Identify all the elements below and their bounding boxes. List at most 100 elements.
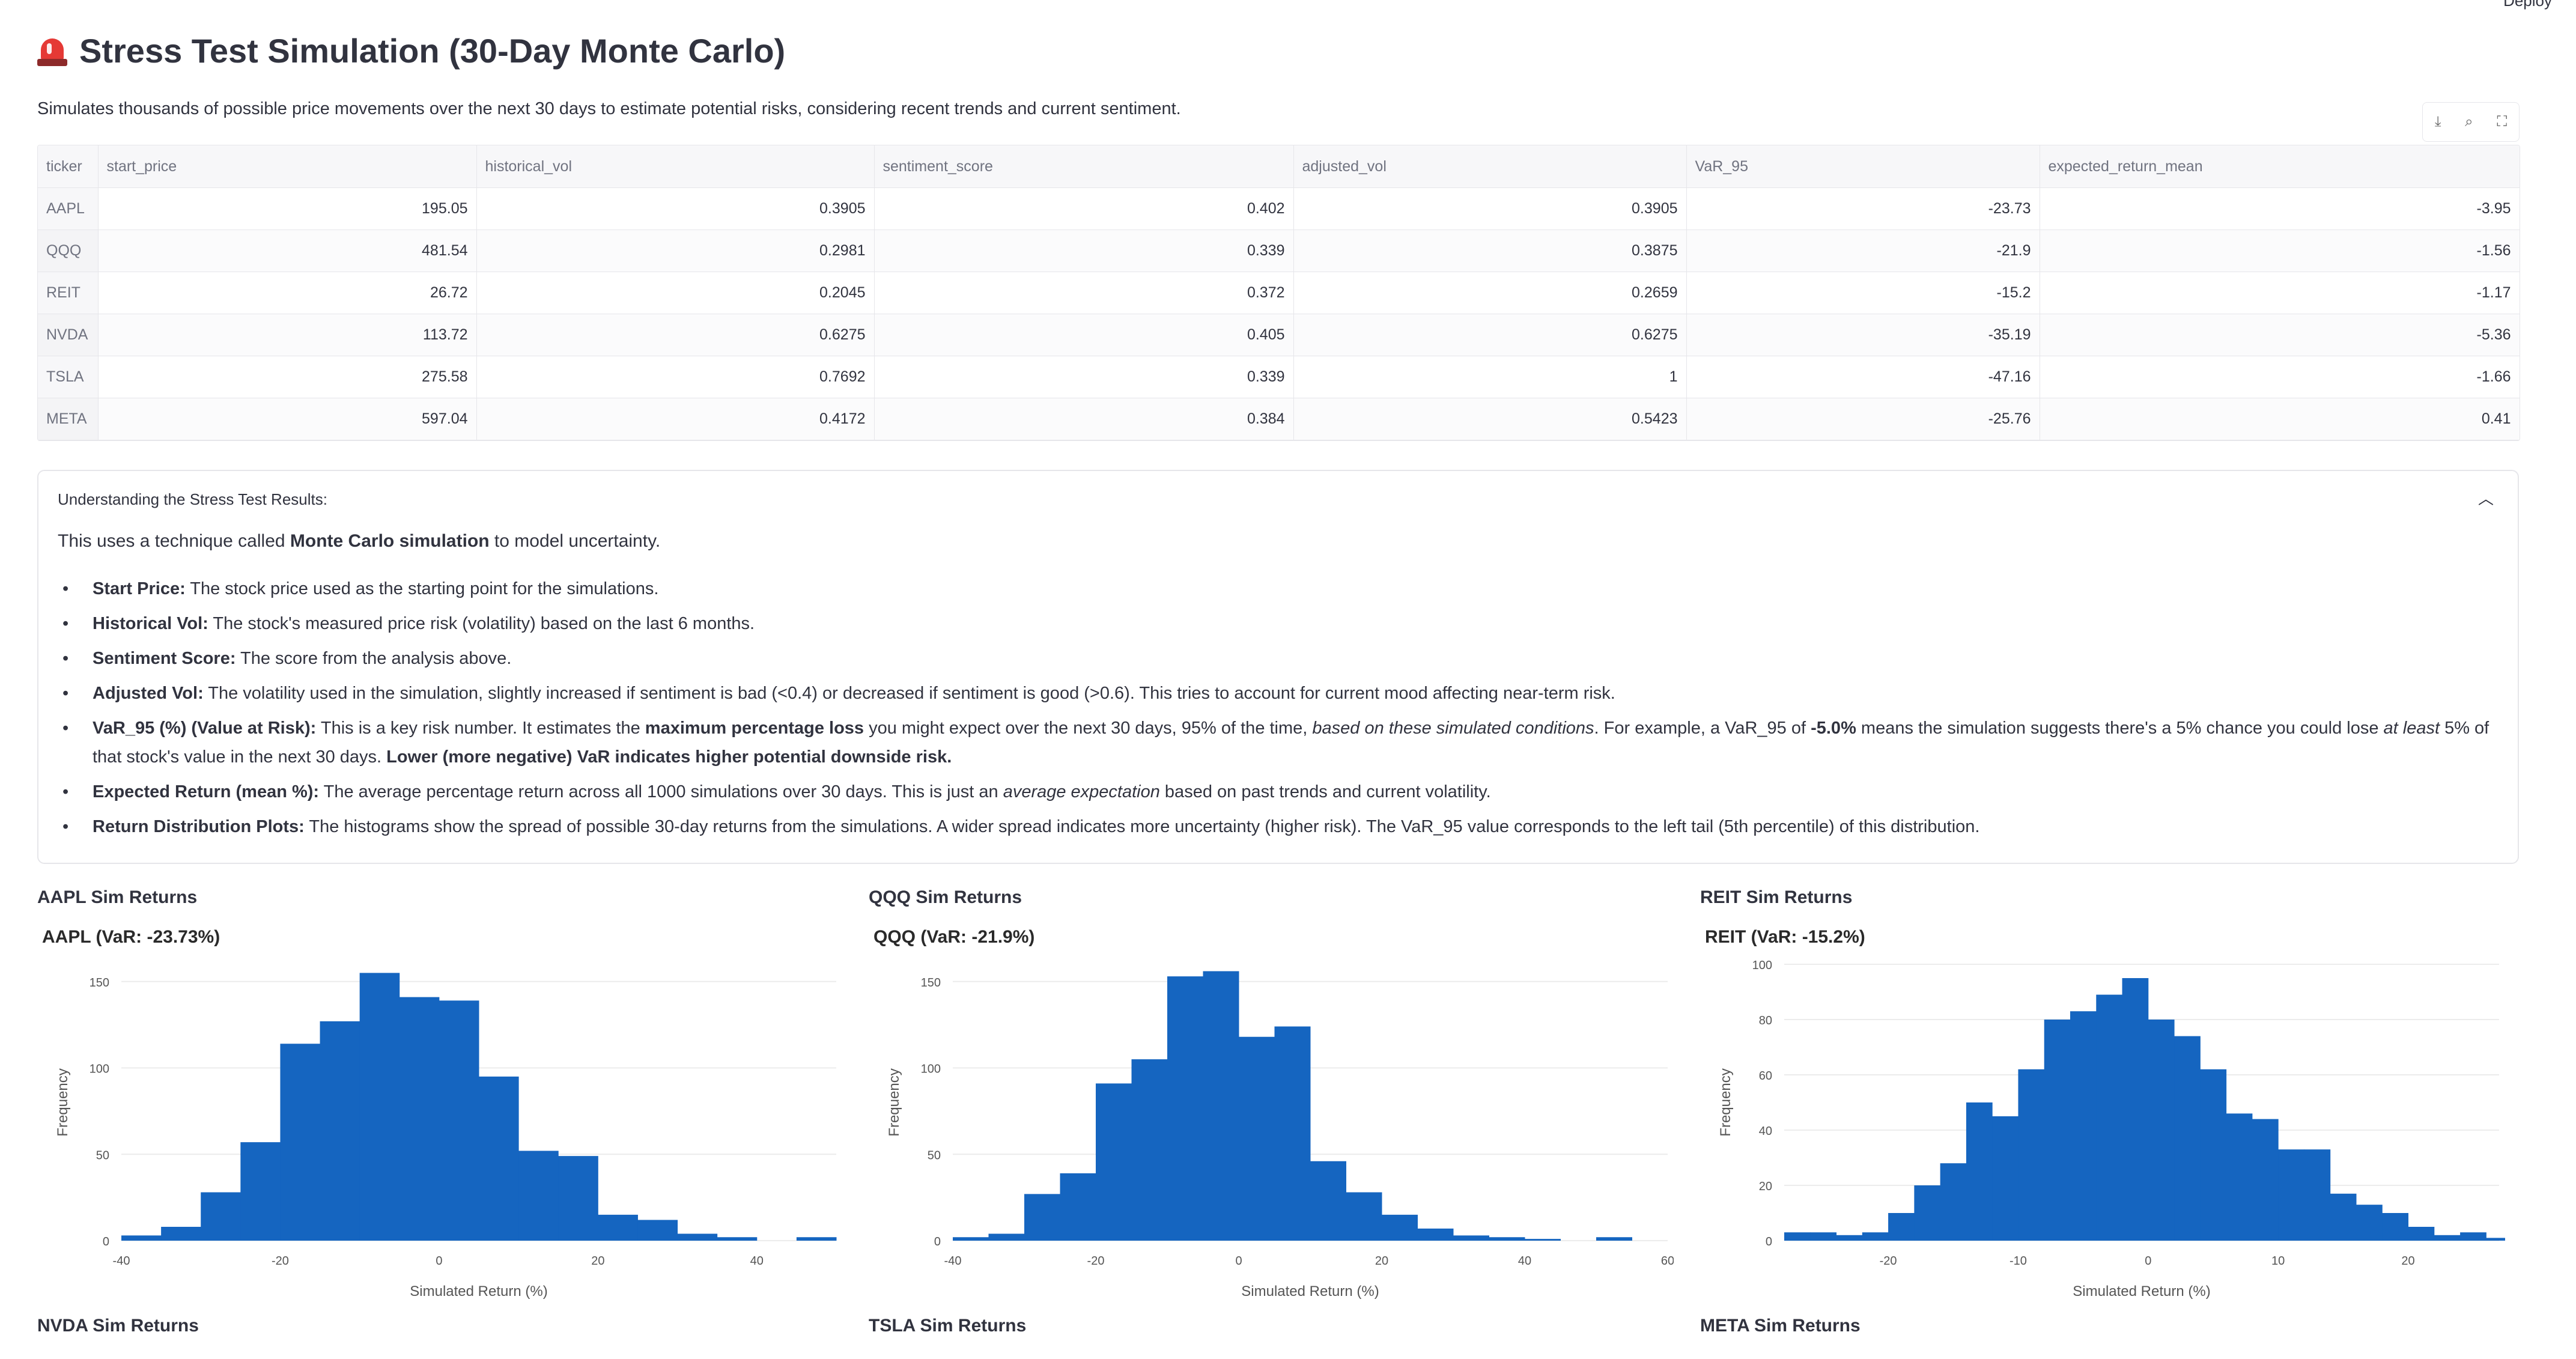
- table-cell: 0.384: [874, 398, 1294, 440]
- column-header[interactable]: adjusted_vol: [1293, 145, 1687, 188]
- y-tick-label: 150: [90, 976, 109, 990]
- results-table[interactable]: ticker start_price historical_vol sentiment…: [37, 145, 2520, 441]
- table-cell: 0.372: [874, 272, 1294, 314]
- histogram-bar: [988, 1233, 1025, 1241]
- chevron-up-icon[interactable]: ︿: [2478, 487, 2494, 509]
- chart-panel-title: NVDA Sim Returns: [37, 1316, 199, 1336]
- histogram-bar: [1203, 971, 1239, 1241]
- dataframe-toolbar: ⤓ ⌕ ⛶: [2422, 102, 2520, 142]
- x-tick-label: 40: [1518, 1254, 1531, 1268]
- chart-title: REIT (VaR: -15.2%): [1705, 927, 1865, 947]
- histogram-bar: [598, 1214, 638, 1241]
- list-item: Adjusted Vol: The volatility used in the…: [58, 679, 2491, 708]
- table-cell: 0.3905: [1293, 187, 1687, 230]
- table-row[interactable]: REIT 26.72 0.2045 0.372 0.2659 -15.2 -1.17: [38, 272, 2520, 314]
- table-cell: 0.2045: [476, 272, 875, 314]
- histogram-bar: [1024, 1194, 1060, 1241]
- x-tick-label: 60: [1661, 1254, 1674, 1268]
- histogram-bar: [2304, 1149, 2331, 1241]
- histogram-bar: [1966, 1102, 1993, 1241]
- table-cell: -1.56: [2040, 230, 2520, 272]
- histogram-bar: [2434, 1235, 2461, 1241]
- histogram-bar: [1346, 1192, 1382, 1241]
- table-cell: 0.6275: [1293, 314, 1687, 356]
- x-tick-label: 20: [1375, 1254, 1388, 1268]
- histogram-bar: [1382, 1214, 1418, 1241]
- x-tick-label: 10: [2271, 1254, 2285, 1268]
- column-header[interactable]: VaR_95: [1686, 145, 2040, 188]
- histogram-bar: [2278, 1149, 2304, 1241]
- histogram-bar: [796, 1237, 837, 1241]
- chart-title: AAPL (VaR: -23.73%): [42, 927, 220, 947]
- column-header[interactable]: start_price: [98, 145, 477, 188]
- x-tick-label: -40: [113, 1254, 130, 1268]
- expander-label[interactable]: Understanding the Stress Test Results:: [58, 490, 327, 509]
- histogram-bar: [161, 1227, 201, 1241]
- deploy-button[interactable]: Deploy: [2503, 0, 2552, 10]
- y-axis-label: Frequency: [886, 1068, 902, 1136]
- table-row[interactable]: TSLA 275.58 0.7692 0.339 1 -47.16 -1.66: [38, 356, 2520, 398]
- histogram-bar: [1914, 1185, 1941, 1241]
- y-tick-label: 60: [1759, 1069, 1772, 1083]
- table-cell: 0.3905: [476, 187, 875, 230]
- table-header-row: ticker start_price historical_vol sentiment…: [38, 145, 2520, 188]
- histogram-bar: [1862, 1232, 1889, 1241]
- histogram-bar: [2070, 1011, 2097, 1241]
- table-cell: 0.41: [2040, 398, 2520, 440]
- column-header[interactable]: ticker: [38, 145, 99, 188]
- fullscreen-icon[interactable]: ⛶: [2497, 114, 2507, 130]
- table-row[interactable]: QQQ 481.54 0.2981 0.339 0.3875 -21.9 -1.56: [38, 230, 2520, 272]
- qqq-histogram[interactable]: QQQ (VaR: -21.9%) 0 50 100 150 -40 -20 0 20 40 60 S…: [869, 922, 1674, 1319]
- column-header[interactable]: historical_vol: [476, 145, 875, 188]
- histogram-bar: [1940, 1163, 1967, 1241]
- histogram-bar: [637, 1220, 678, 1241]
- x-tick-label: 40: [750, 1254, 764, 1268]
- table-cell: -23.73: [1686, 187, 2040, 230]
- table-cell: -35.19: [1686, 314, 2040, 356]
- siren-icon: [37, 36, 67, 66]
- histogram-bar: [1453, 1235, 1489, 1241]
- y-tick-label: 0: [934, 1235, 941, 1248]
- histogram-bar: [1810, 1232, 1837, 1241]
- table-cell: 0.3875: [1293, 230, 1687, 272]
- y-tick-label: 100: [90, 1063, 109, 1076]
- y-tick-label: 20: [1759, 1180, 1772, 1193]
- x-tick-label: 20: [2401, 1254, 2414, 1268]
- histogram-bar: [518, 1151, 559, 1241]
- x-tick-label: -20: [272, 1254, 289, 1268]
- histogram-bar: [2200, 1069, 2227, 1241]
- list-item: Sentiment Score: The score from the anal…: [58, 644, 2491, 673]
- table-cell: -5.36: [2040, 314, 2520, 356]
- x-axis-label: Simulated Return (%): [1241, 1283, 1379, 1300]
- histogram-bar: [1888, 1213, 1915, 1241]
- table-cell: 0.5423: [1293, 398, 1687, 440]
- ticker-cell: NVDA: [38, 314, 99, 356]
- histogram-bar: [2044, 1020, 2071, 1241]
- x-tick-label: -40: [944, 1254, 962, 1268]
- table-body: AAPL 195.05 0.3905 0.402 0.3905 -23.73 -3.95 QQ…: [38, 187, 2520, 440]
- ticker-cell: META: [38, 398, 99, 440]
- histogram-bar: [439, 1000, 479, 1241]
- reit-histogram[interactable]: REIT (VaR: -15.2%) 0 20 40 60 80 100 -20 -10 0 10 2…: [1700, 922, 2505, 1319]
- download-icon[interactable]: ⤓: [2435, 114, 2441, 130]
- search-icon[interactable]: ⌕: [2465, 114, 2473, 130]
- y-tick-label: 100: [1752, 959, 1772, 972]
- chart-title: QQQ (VaR: -21.9%): [873, 927, 1034, 947]
- column-header[interactable]: sentiment_score: [874, 145, 1294, 188]
- histogram-bar: [479, 1076, 519, 1241]
- column-header[interactable]: expected_return_mean: [2040, 145, 2520, 188]
- y-tick-label: 0: [103, 1235, 109, 1248]
- histogram-svg: REIT (VaR: -15.2%) 0 20 40 60 80 100 -20 -10 0 10 2…: [1705, 927, 2505, 1300]
- histogram-bar: [121, 1235, 162, 1241]
- x-tick-label: 0: [2145, 1254, 2151, 1268]
- table-row[interactable]: NVDA 113.72 0.6275 0.405 0.6275 -35.19 -5.36: [38, 314, 2520, 356]
- ticker-cell: AAPL: [38, 187, 99, 230]
- table-row[interactable]: META 597.04 0.4172 0.384 0.5423 -25.76 0.41: [38, 398, 2520, 440]
- list-item: VaR_95 (%) (Value at Risk): This is a ke…: [58, 714, 2491, 771]
- histogram-bar: [280, 1044, 321, 1241]
- table-row[interactable]: AAPL 195.05 0.3905 0.402 0.3905 -23.73 -3.95: [38, 187, 2520, 230]
- x-axis-label: Simulated Return (%): [2073, 1283, 2210, 1300]
- table-cell: 0.6275: [476, 314, 875, 356]
- aapl-histogram[interactable]: AAPL (VaR: -23.73%) 0 50 100 150 -40 -20 0 20 40 S…: [37, 922, 842, 1319]
- explanation-expander[interactable]: Understanding the Stress Test Results: ︿…: [37, 470, 2519, 864]
